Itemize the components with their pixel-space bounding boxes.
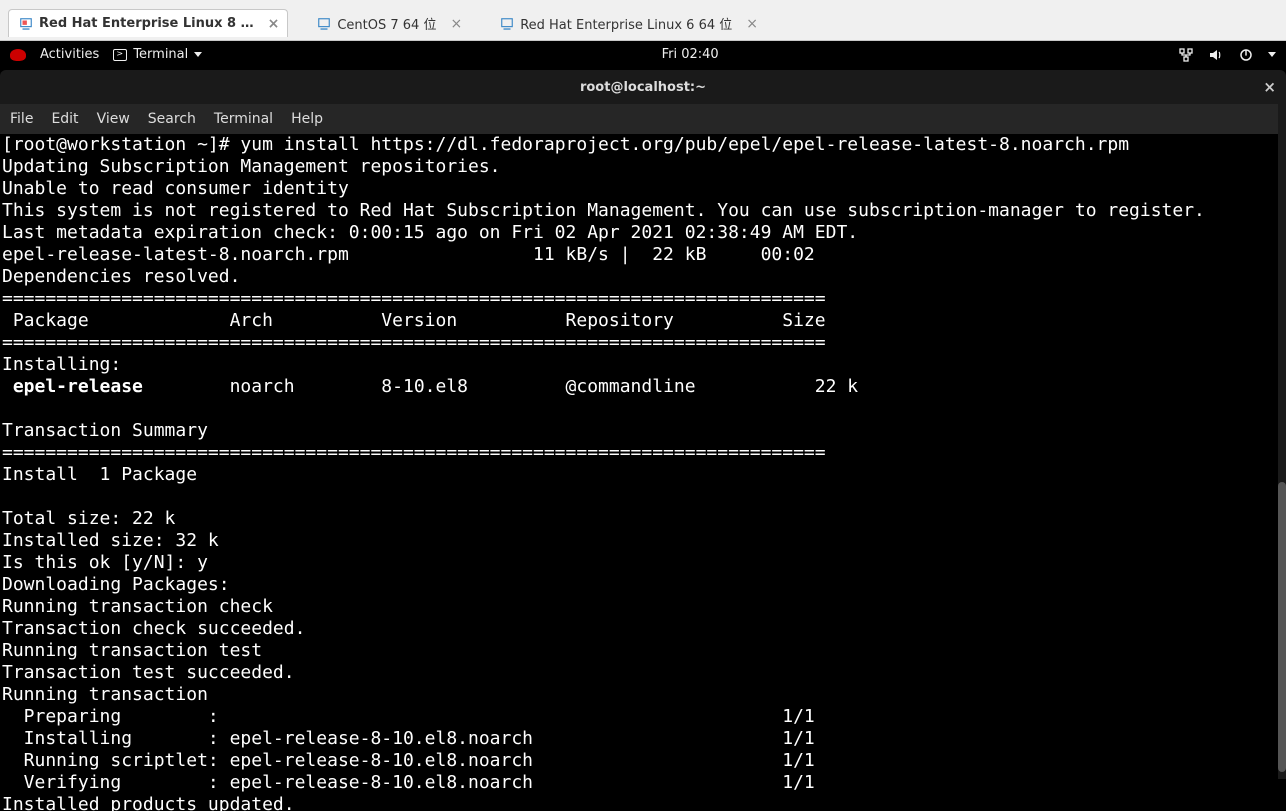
close-icon[interactable]: × [746, 17, 758, 31]
output-line: Updating Subscription Management reposit… [2, 156, 501, 177]
menu-edit[interactable]: Edit [51, 111, 78, 127]
output-line: Downloading Packages: [2, 574, 230, 595]
output-line: Installed products updated. [2, 794, 295, 811]
installing-label: Installing: [2, 354, 121, 375]
output-line: Running scriptlet: epel-release-8-10.el8… [2, 750, 815, 771]
menubar: File Edit View Search Terminal Help [0, 104, 1286, 134]
system-tray[interactable] [1178, 47, 1276, 63]
prompt: [root@workstation ~]# [2, 134, 240, 155]
divider: ========================================… [2, 442, 826, 463]
summary-label: Transaction Summary [2, 420, 208, 441]
output-line: Transaction check succeeded. [2, 618, 305, 639]
app-name: Terminal [133, 47, 188, 62]
redhat-icon [10, 49, 26, 61]
vm-tab-centos7[interactable]: CentOS 7 64 位 × [306, 7, 471, 39]
scrollbar[interactable] [1278, 102, 1286, 779]
output-line: Running transaction [2, 684, 208, 705]
output-line: Preparing : 1/1 [2, 706, 815, 727]
vm-tab-label: CentOS 7 64 位 [337, 14, 436, 33]
vm-icon [19, 17, 33, 31]
menu-view[interactable]: View [97, 111, 130, 127]
power-icon [1238, 47, 1254, 63]
output-line: Running transaction check [2, 596, 273, 617]
chevron-down-icon [1268, 52, 1276, 57]
vm-icon [317, 17, 331, 31]
output-line: Running transaction test [2, 640, 262, 661]
vm-tab-label: Red Hat Enterprise Linux 8 … [39, 16, 254, 31]
output-line: Transaction test succeeded. [2, 662, 295, 683]
window-title: root@localhost:~ [580, 80, 706, 95]
vm-tabbar: Red Hat Enterprise Linux 8 … × CentOS 7 … [0, 0, 1286, 41]
window-close-button[interactable]: × [1263, 78, 1276, 96]
gnome-topbar: Activities Terminal Fri 02:40 [0, 41, 1286, 68]
activities-button[interactable]: Activities [40, 47, 99, 62]
divider: ========================================… [2, 332, 826, 353]
command: yum install https://dl.fedoraproject.org… [240, 134, 1129, 155]
confirm-prompt: Is this ok [y/N]: y [2, 552, 208, 573]
output-line: Last metadata expiration check: 0:00:15 … [2, 222, 858, 243]
clock[interactable]: Fri 02:40 [662, 47, 719, 62]
output-line: Installing : epel-release-8-10.el8.noarc… [2, 728, 815, 749]
menu-search[interactable]: Search [148, 111, 196, 127]
output-line: Installed size: 32 k [2, 530, 219, 551]
output-line: Total size: 22 k [2, 508, 175, 529]
output-line: Verifying : epel-release-8-10.el8.noarch… [2, 772, 815, 793]
vm-tab-rhel6[interactable]: Red Hat Enterprise Linux 6 64 位 × [489, 7, 767, 39]
vm-tab-rhel8[interactable]: Red Hat Enterprise Linux 8 … × [8, 9, 288, 37]
menu-file[interactable]: File [10, 111, 33, 127]
install-count: Install 1 Package [2, 464, 197, 485]
vm-tab-label: Red Hat Enterprise Linux 6 64 位 [520, 14, 732, 33]
terminal-output[interactable]: [root@workstation ~]# yum install https:… [0, 134, 1286, 811]
output-line: This system is not registered to Red Hat… [2, 200, 1205, 221]
terminal-icon [113, 49, 127, 61]
window-titlebar[interactable]: root@localhost:~ × [0, 70, 1286, 104]
output-line: Unable to read consumer identity [2, 178, 349, 199]
output-line: Dependencies resolved. [2, 266, 240, 287]
vm-icon [500, 17, 514, 31]
output-line: epel-release-latest-8.noarch.rpm 11 kB/s… [2, 244, 815, 265]
network-icon [1178, 47, 1194, 63]
scrollbar-thumb[interactable] [1278, 482, 1286, 772]
app-menu[interactable]: Terminal [113, 47, 202, 62]
divider: ========================================… [2, 288, 826, 309]
package-name: epel-release [2, 376, 143, 397]
chevron-down-icon [194, 52, 202, 57]
menu-terminal[interactable]: Terminal [214, 111, 273, 127]
close-icon[interactable]: × [268, 17, 280, 31]
package-details: noarch 8-10.el8 @commandline 22 k [143, 376, 858, 397]
menu-help[interactable]: Help [291, 111, 323, 127]
close-icon[interactable]: × [450, 17, 462, 31]
volume-icon [1208, 47, 1224, 63]
table-header: Package Arch Version Repository Size [2, 310, 826, 331]
